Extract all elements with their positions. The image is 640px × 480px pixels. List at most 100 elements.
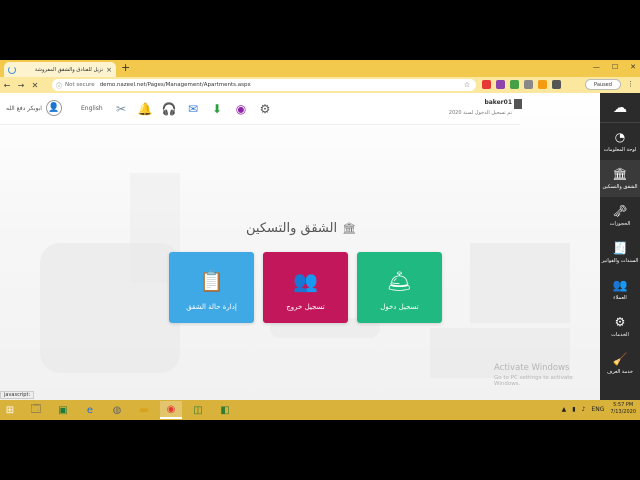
building-icon: 🏛 <box>612 167 628 181</box>
forward-button[interactable]: → <box>14 81 28 90</box>
user-menu[interactable]: ابوبكر دفع الله 👤 <box>6 100 62 116</box>
browser-menu-icon[interactable]: ⋮ <box>627 80 634 88</box>
sidebar-item-label: الخدمات <box>611 332 629 338</box>
clipboard-checklist-icon: 📋 <box>199 269 224 293</box>
window-controls: — ☐ ✕ <box>593 63 636 71</box>
camtasia-recorder-icon[interactable]: ◧ <box>214 401 236 419</box>
maximize-button[interactable]: ☐ <box>612 63 618 71</box>
cloud-hotel-logo-icon[interactable]: ☁ <box>600 93 640 123</box>
manage-apartment-status-card[interactable]: 📋 إدارة حالة الشقق <box>169 252 254 323</box>
back-button[interactable]: ← <box>0 81 14 90</box>
start-button-windows-icon[interactable]: ⊞ <box>0 400 20 420</box>
camtasia-icon[interactable]: ◫ <box>187 401 209 419</box>
sidebar-item-services[interactable]: ⚙ الخدمات <box>600 308 640 345</box>
sidebar-item-room-service[interactable]: 🧹 خدمة الغرف <box>600 345 640 382</box>
customers-icon: 👥 <box>612 278 628 292</box>
card-label: تسجيل دخول <box>380 303 419 311</box>
taskbar-app-icon[interactable]: 🗔 <box>25 401 47 419</box>
settings-gear-icon[interactable]: ⚙ <box>257 101 273 117</box>
minimize-button[interactable]: — <box>593 63 600 71</box>
sidebar-item-label: الحجوزات <box>609 221 631 227</box>
sidebar-item-dashboard[interactable]: ◔ لوحة المعلومات <box>600 123 640 160</box>
network-icon[interactable]: ▮ <box>572 406 575 413</box>
clock-date: 7/13/2020 <box>610 409 636 415</box>
url-text[interactable]: demo.nazeel.net/Pages/Management/Apartme… <box>100 82 251 88</box>
notification-bell-icon[interactable]: 🔔 <box>137 101 153 117</box>
sms-icon[interactable]: ✉ <box>185 101 201 117</box>
internet-explorer-icon[interactable]: e <box>79 401 101 419</box>
excel-icon[interactable]: ▣ <box>52 401 74 419</box>
sidebar-item-customers[interactable]: 👥 العملاء <box>600 271 640 308</box>
browser-tab[interactable]: نزيل للفنادق والشقق المفروشة × <box>4 62 116 77</box>
browser-toolbar: ← → ✕ ⓘ Not secure demo.nazeel.net/Pages… <box>0 77 640 93</box>
page-title: الشقق والتسكين 🏛 <box>246 221 356 236</box>
chrome-icon[interactable]: ◉ <box>160 401 182 419</box>
clock[interactable]: 5:57 PM 7/13/2020 <box>610 402 636 416</box>
file-explorer-icon[interactable]: ▬ <box>133 401 155 419</box>
app-logo-icon[interactable]: ◉ <box>233 101 249 117</box>
chrome-gray-icon[interactable]: ◍ <box>106 401 128 419</box>
not-secure-label: Not secure <box>65 82 95 88</box>
invoice-icon: 🧾 <box>612 241 628 255</box>
extension-icon[interactable] <box>524 80 533 89</box>
tab-title: نزيل للفنادق والشقق المفروشة <box>34 66 104 73</box>
dashboard-gauge-icon: ◔ <box>614 130 626 144</box>
activate-windows-watermark: Activate Windows Go to PC settings to ac… <box>494 363 600 387</box>
info-icon[interactable]: ⓘ <box>56 81 62 90</box>
checkout-desk-icon: 👥 <box>293 269 318 293</box>
watermark-line2: Go to PC settings to activate Windows. <box>494 375 573 387</box>
building-icon <box>514 99 522 109</box>
account-name: baker01 <box>484 99 512 106</box>
close-window-button[interactable]: ✕ <box>630 63 636 71</box>
screen: نزيل للفنادق والشقق المفروشة × + — ☐ ✕ ←… <box>0 60 640 420</box>
profile-paused-button[interactable]: Paused <box>585 79 621 90</box>
browser-tabstrip: نزيل للفنادق والشقق المفروشة × + — ☐ ✕ <box>0 60 640 77</box>
sidebar-item-invoices[interactable]: 🧾 السندات والفواتير <box>600 234 640 271</box>
sidebar-item-reservations[interactable]: 🗝 الحجوزات <box>600 197 640 234</box>
services-icon: ⚙ <box>614 315 626 329</box>
extension-icon[interactable] <box>538 80 547 89</box>
download-icon[interactable]: ⬇ <box>209 101 225 117</box>
system-tray: ▲ ▮ ♪ ENG 5:57 PM 7/13/2020 <box>562 402 636 416</box>
tools-icon[interactable]: ✂ <box>113 101 129 117</box>
volume-icon[interactable]: ♪ <box>582 406 586 413</box>
keyboard-language[interactable]: ENG <box>591 406 604 413</box>
sidebar-item-label: العملاء <box>613 295 627 301</box>
language-switch[interactable]: English <box>81 105 103 112</box>
room-service-icon: 🧹 <box>612 352 628 366</box>
toolbar-icons: ✂ 🔔 🎧 ✉ ⬇ ◉ ⚙ <box>113 101 273 117</box>
sidebar-item-label: لوحة المعلومات <box>603 147 637 153</box>
close-tab-icon[interactable]: × <box>106 66 112 74</box>
bookmark-star-icon[interactable]: ☆ <box>464 81 470 89</box>
card-label: تسجيل خروج <box>286 303 325 311</box>
reservation-icon: 🗝 <box>612 204 628 218</box>
loading-icon <box>8 65 16 74</box>
top-navigation-bar: ابوبكر دفع الله 👤 English ✂ 🔔 🎧 ✉ ⬇ ◉ ⚙ … <box>0 93 522 125</box>
background-image <box>0 93 600 401</box>
support-agent-icon[interactable]: 🎧 <box>161 101 177 117</box>
check-in-card[interactable]: 🛎 تسجيل دخول <box>357 252 442 323</box>
address-bar[interactable]: ⓘ Not secure demo.nazeel.net/Pages/Manag… <box>52 79 476 91</box>
check-out-card[interactable]: 👥 تسجيل خروج <box>263 252 348 323</box>
clock-time: 5:57 PM <box>613 402 634 408</box>
sidebar-item-label: السندات والفواتير <box>601 258 639 264</box>
new-tab-button[interactable]: + <box>121 62 130 74</box>
extension-icons <box>482 80 561 89</box>
reception-desk-icon: 🛎 <box>386 269 413 293</box>
extension-icon[interactable] <box>552 80 561 89</box>
stop-loading-button[interactable]: ✕ <box>28 81 42 90</box>
extension-icon[interactable] <box>482 80 491 89</box>
background-tv <box>470 243 570 323</box>
sidebar-item-apartments[interactable]: 🏛 الشقق والتسكين <box>600 160 640 197</box>
watermark-line1: Activate Windows <box>494 363 570 373</box>
page-content: ابوبكر دفع الله 👤 English ✂ 🔔 🎧 ✉ ⬇ ◉ ⚙ … <box>0 93 600 401</box>
user-avatar-icon[interactable]: 👤 <box>45 100 62 116</box>
tray-arrow-icon[interactable]: ▲ <box>562 406 567 413</box>
building-icon: 🏛 <box>342 222 357 235</box>
status-bar: javascript: <box>0 391 35 399</box>
last-login-text: تم تسجيل الدخول لسنة 2020 <box>448 110 512 116</box>
user-name: ابوبكر دفع الله <box>6 104 42 112</box>
card-label: إدارة حالة الشقق <box>186 303 237 311</box>
extension-icon[interactable] <box>496 80 505 89</box>
extension-icon[interactable] <box>510 80 519 89</box>
